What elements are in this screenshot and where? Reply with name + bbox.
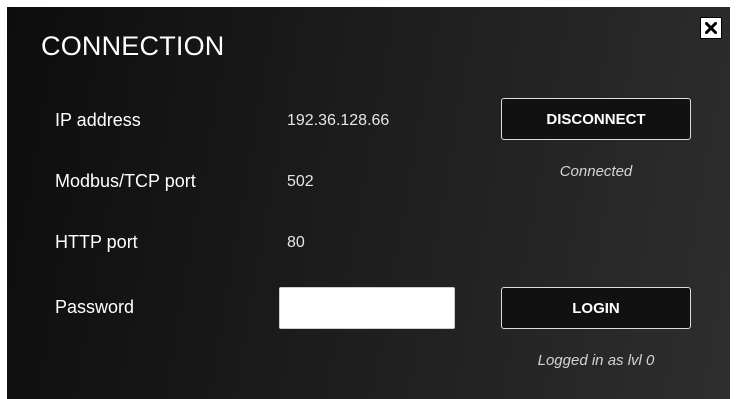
disconnect-button[interactable]: DISCONNECT [501,98,691,140]
login-status: Logged in as lvl 0 [537,352,655,369]
modbus-port-label: Modbus/TCP port [55,171,196,191]
password-input[interactable] [279,287,455,329]
dialog-title: CONNECTION [41,31,225,61]
password-label: Password [55,297,135,317]
http-port-label: HTTP port [55,232,138,252]
close-button[interactable] [700,17,722,39]
close-icon [705,22,717,34]
connection-status: Connected [559,163,633,180]
login-button[interactable]: LOGIN [501,287,691,329]
connection-dialog: CONNECTION IP address 192.36.128.66 DISC… [7,7,730,399]
modbus-port-value: 502 [287,173,314,190]
ip-address-label: IP address [55,110,141,130]
ip-address-value: 192.36.128.66 [287,112,390,129]
http-port-value: 80 [287,234,305,251]
